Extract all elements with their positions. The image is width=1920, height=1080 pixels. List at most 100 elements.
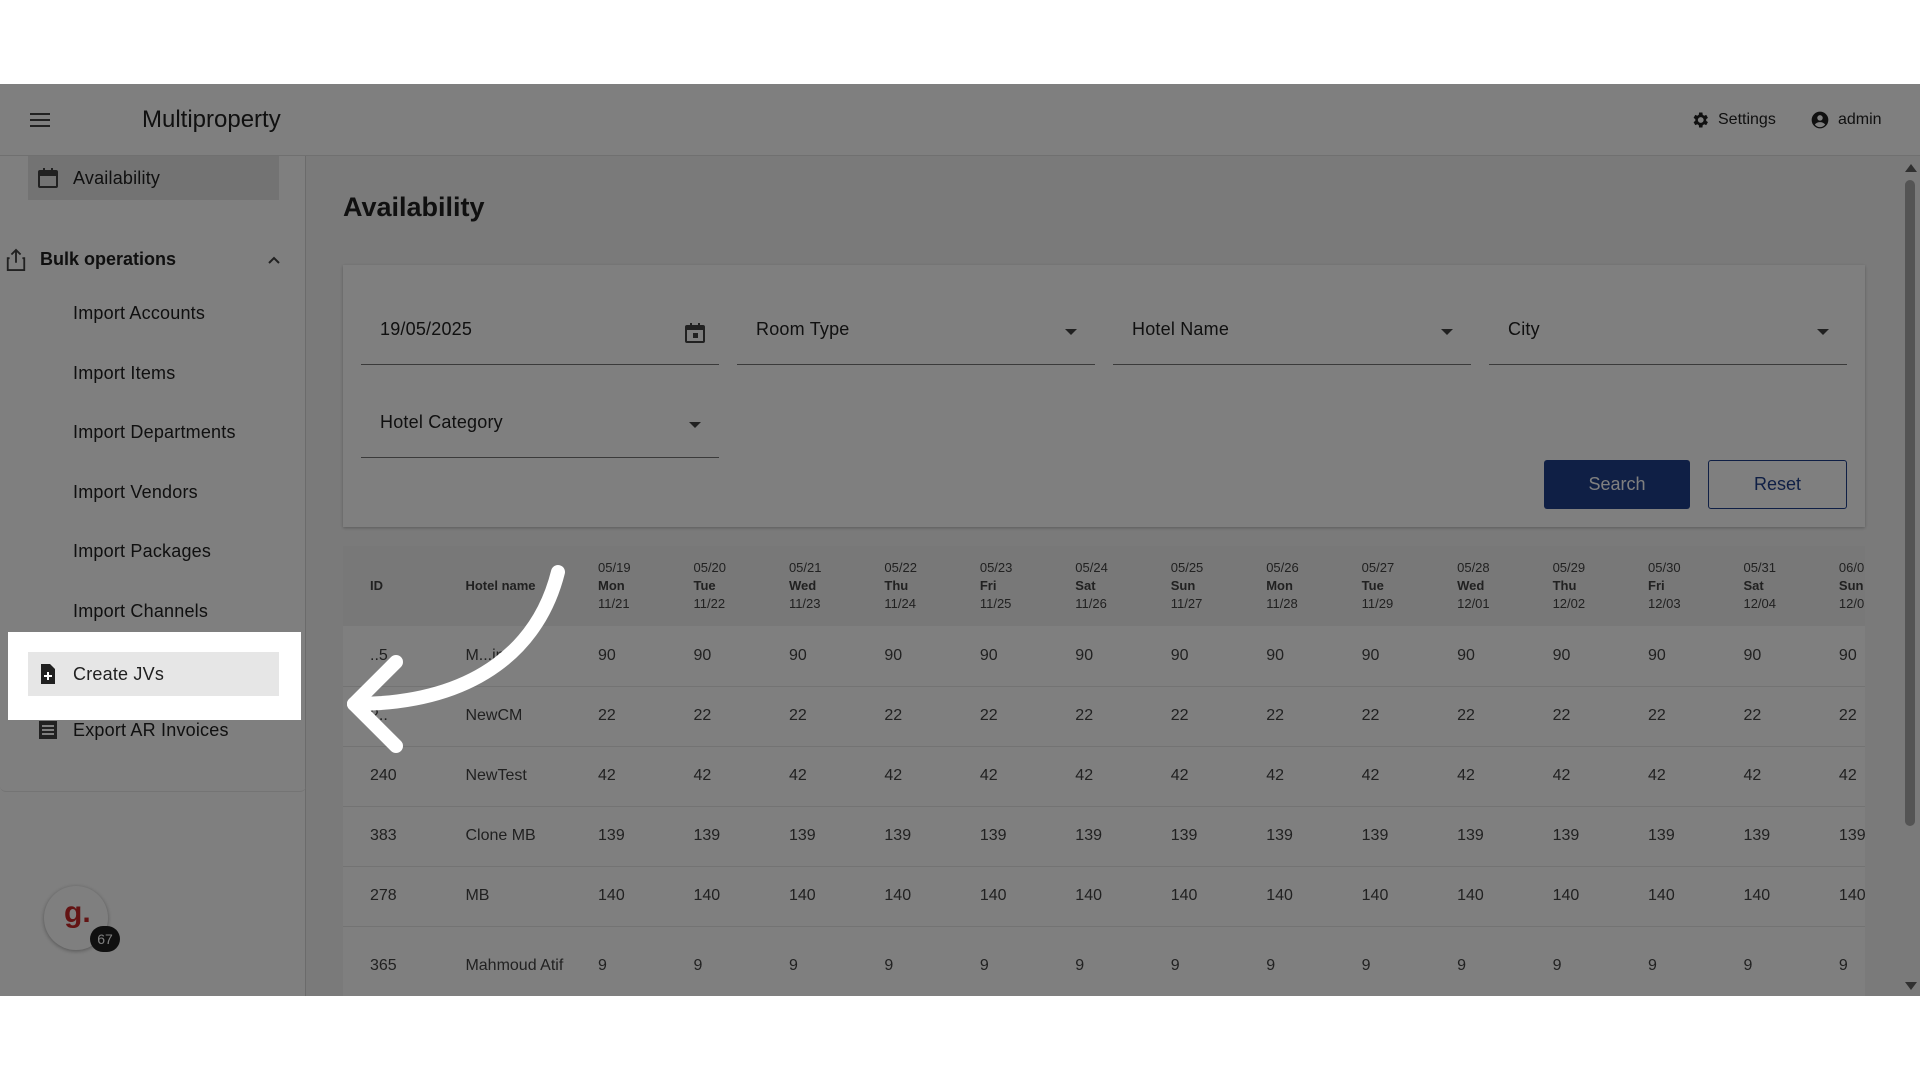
date-header-part: Thu [1552,578,1577,593]
cell-availability: 139 [1525,806,1622,867]
sidebar-item-import-items[interactable]: Import Items [73,363,175,384]
cell-availability: 140 [1334,866,1431,927]
hotel-name-select[interactable]: Hotel Name [1113,285,1471,365]
cell-availability: 9 [1430,926,1526,996]
cell-availability: 9 [571,926,667,996]
reset-button[interactable]: Reset [1708,460,1847,509]
dropdown-arrow-icon [1441,329,1453,335]
cell-availability: 139 [1621,806,1717,867]
cell-id: 2.. [343,686,439,747]
cell-availability: 90 [952,626,1049,687]
tutorial-highlight: Create JVs [8,632,301,720]
sidebar-item-label: Create JVs [73,663,165,684]
date-header-part: Fri [979,578,997,593]
scroll-down-icon[interactable] [1905,982,1917,990]
sidebar-item-label: Availability [73,167,161,188]
date-header-part: 05/24 [1075,560,1108,575]
cell-availability: 9 [1048,926,1144,996]
cell-availability: 140 [1811,866,1865,927]
cell-availability: 140 [952,866,1049,927]
cell-availability: 139 [571,806,667,867]
vertical-scrollbar[interactable] [1900,156,1920,996]
column-header-date[interactable]: 05/23 Fri 11/25 [953,546,1048,626]
cell-availability: 139 [1334,806,1431,867]
column-header-date[interactable]: 05/25 Sun 11/27 [1144,546,1239,626]
sidebar-item-import-accounts[interactable]: Import Accounts [73,303,205,324]
sidebar-item-import-departments[interactable]: Import Departments [73,422,236,443]
sidebar-item-create-jvs[interactable]: Create JVs [28,652,279,696]
cell-availability: 22 [1811,686,1865,747]
table-row: 240NewTest424242424242424242424242424242 [343,746,1865,807]
column-header-date[interactable]: 05/28 Wed 12/01 [1430,546,1525,626]
column-header-date[interactable]: 05/21 Wed 11/23 [762,546,857,626]
column-header-date[interactable]: 05/31 Sat 12/04 [1716,546,1811,626]
column-header-date[interactable]: 05/20 Tue 11/22 [666,546,761,626]
scrollbar-thumb[interactable] [1905,180,1915,826]
date-header-part: Mon [598,578,625,593]
support-widget-button[interactable]: g. 67 [44,886,120,952]
column-header-date[interactable]: 05/27 Tue 11/29 [1335,546,1430,626]
table-header-row: ID Hotel name 05/19 Mon 11/21 05/20 Tue 11/22… [343,546,1865,626]
date-field[interactable]: 19/05/2025 [361,285,719,365]
date-header-part: Sun [1838,578,1864,593]
column-header-date[interactable]: 06/01 Sun 12/05 [1812,546,1865,626]
widget-logo: g. [64,896,91,929]
cell-availability: 22 [571,686,667,747]
column-header-date[interactable]: 05/26 Mon 11/28 [1239,546,1334,626]
column-header-hotel-name[interactable]: Hotel name [438,546,571,626]
column-header-id[interactable]: ID [343,546,438,626]
cell-availability: 22 [857,686,953,747]
settings-button[interactable]: Settings [1690,108,1776,132]
date-header-part: Sat [1743,578,1764,593]
sidebar-item-import-channels[interactable]: Import Channels [73,601,208,622]
column-header-date[interactable]: 05/19 Mon 11/21 [571,546,666,626]
sidebar-item-import-packages[interactable]: Import Packages [73,541,211,562]
room-type-select[interactable]: Room Type [737,285,1095,365]
cell-id: 383 [343,806,439,867]
cell-id: 278 [343,866,439,927]
table-row: 2..NewCM222222222222222222222222222222 [343,686,1865,747]
column-header-date[interactable]: 05/24 Sat 11/26 [1048,546,1143,626]
search-button[interactable]: Search [1544,460,1690,509]
column-header-date[interactable]: 05/22 Thu 11/24 [857,546,952,626]
bulk-operations-toggle[interactable]: Bulk operations [0,232,306,288]
date-header-part: 05/26 [1266,560,1299,575]
cell-availability: 139 [1239,806,1335,867]
calendar-icon[interactable] [683,321,707,345]
cell-hotel-name: NewTest [438,746,572,807]
dropdown-arrow-icon [1817,329,1829,335]
hamburger-menu-icon[interactable] [28,108,52,132]
date-header-part: 05/19 [598,560,631,575]
sidebar-item-import-vendors[interactable]: Import Vendors [73,482,198,503]
bulk-operations-label: Bulk operations [40,249,177,269]
user-menu-button[interactable]: admin [1810,108,1882,132]
date-header-part: 05/21 [788,560,822,575]
cell-hotel-name: M...inv [438,626,572,687]
filter-card: 19/05/2025 Room Type Hotel Name City Hot… [343,265,1865,527]
cell-availability: 90 [857,626,953,687]
table-row: 278 MB 140 140 140 140 140 140 140 140 140 140 140 14… [343,866,1865,927]
date-header-part: 12/04 [1743,596,1777,611]
city-select[interactable]: City [1489,285,1847,365]
cell-availability: 90 [1334,626,1431,687]
date-header-part: 05/29 [1552,560,1586,575]
app-window: Multiproperty Settings admin Availabilit… [0,84,1920,996]
cell-availability: 140 [1430,866,1526,927]
date-header-part: Tue [1361,578,1384,593]
file-add-icon [41,664,55,684]
cell-availability: 139 [1430,806,1526,867]
date-header-part: 11/28 [1266,596,1298,611]
date-header-part: Tue [693,578,716,593]
cell-availability: 9 [1239,926,1335,996]
cell-availability: 42 [1334,746,1431,807]
sidebar-item-availability[interactable]: Availability [28,156,279,200]
date-header-part: 12/05 [1838,596,1865,611]
cell-id: 240 [343,746,439,807]
date-header-part: 11/27 [1170,596,1203,611]
hotel-category-select[interactable]: Hotel Category [361,378,719,458]
column-header-date[interactable]: 05/30 Fri 12/03 [1621,546,1716,626]
cell-availability: 90 [1716,626,1812,687]
column-header-date[interactable]: 05/29 Thu 12/02 [1526,546,1621,626]
scroll-up-icon[interactable] [1905,164,1917,172]
cell-availability: 90 [1430,626,1526,687]
